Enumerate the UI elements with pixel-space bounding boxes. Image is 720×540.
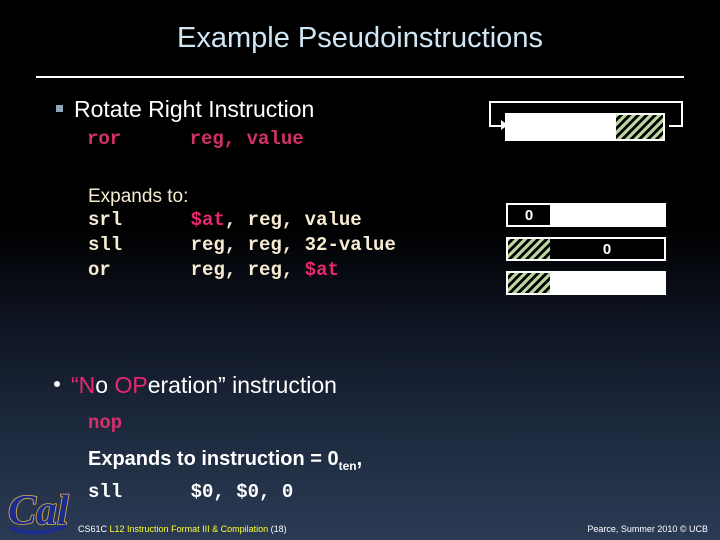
or-data-segment: [550, 273, 664, 293]
expansion-gap-2: [111, 259, 191, 281]
expansion-line-sll: sll reg, reg, 32-value: [88, 234, 396, 256]
sll-zero-segment: 0: [550, 239, 664, 259]
expansion-gap: [122, 209, 190, 231]
loop-left-line: [489, 101, 491, 127]
round-bullet-icon: [54, 381, 60, 387]
bullet-no-operation: “No OPeration” instruction: [54, 372, 337, 399]
srl-zero-segment: 0: [508, 205, 551, 225]
or-result-bar: [506, 271, 666, 295]
nop-heading: “No OPeration” instruction: [71, 372, 337, 399]
nop-heading-quote-open: “: [71, 372, 79, 398]
expansion-line-or: or reg, reg, $at: [88, 259, 339, 281]
expansion-at-register-2: $at: [304, 259, 339, 281]
expands-to-label: Expands to:: [88, 186, 189, 207]
nop-expands-suffix: ,: [356, 448, 363, 470]
nop-code-line: sll $0, $0, 0: [88, 481, 294, 503]
rotate-heading: Rotate Right Instruction: [74, 96, 315, 122]
footer-credit: Pearce, Summer 2010 © UCB: [587, 524, 708, 534]
square-bullet-icon: [56, 105, 63, 112]
srl-result-bar: 0: [506, 203, 666, 227]
nop-expands-text: Expands to instruction = 0ten,: [88, 448, 362, 473]
srl-data-segment: [550, 205, 664, 225]
nop-heading-quote-close: ”: [218, 372, 226, 398]
or-hatch-segment: [508, 273, 551, 293]
expansion-at-register: $at: [190, 209, 225, 231]
expansion-line-srl: srl $at, reg, value: [88, 209, 362, 231]
title-divider: [36, 76, 684, 78]
nop-heading-eration: eration: [147, 372, 219, 398]
rotate-right-diagram: [487, 101, 683, 147]
loop-top-line: [489, 101, 683, 103]
page-title: Example Pseudoinstructions: [177, 22, 543, 54]
sll-result-bar: 0: [506, 237, 666, 261]
sll-hatch-segment: [508, 239, 551, 259]
expansion-args-srl: , reg, value: [224, 209, 362, 231]
nop-expands-prefix: Expands to instruction = 0: [88, 448, 339, 470]
expansion-mnemonic-srl: srl: [88, 209, 123, 231]
expansion-args-or: reg, reg,: [190, 259, 305, 281]
nop-heading-tail: instruction: [225, 372, 337, 398]
cal-logo: Cal: [7, 487, 70, 535]
footer-course: CS61C: [78, 524, 108, 534]
nop-heading-op: OP: [114, 372, 148, 398]
nop-expands-subscript: ten: [338, 459, 357, 473]
rotate-register-bar: [505, 113, 665, 141]
footer-slide-number: (18): [270, 524, 287, 534]
bullet-rotate-right: Rotate Right Instruction: [56, 96, 314, 123]
nop-instruction: nop: [88, 412, 123, 434]
expansion-mnemonic-or: or: [88, 259, 111, 281]
loop-right-line: [681, 101, 683, 127]
nop-heading-n: N: [78, 372, 96, 398]
footer-lecture: L12 Instruction Format III & Compilation: [109, 524, 269, 534]
ror-instruction: ror reg, value: [87, 128, 304, 150]
rotate-seg-hatch: [616, 115, 663, 139]
loop-right-stub: [669, 125, 683, 127]
slide-canvas: Example Pseudoinstructions Rotate Right …: [0, 0, 720, 540]
nop-heading-o: o: [95, 372, 115, 398]
footer-left: CS61C L12 Instruction Format III & Compi…: [78, 524, 287, 534]
rotate-seg-white: [507, 115, 617, 139]
